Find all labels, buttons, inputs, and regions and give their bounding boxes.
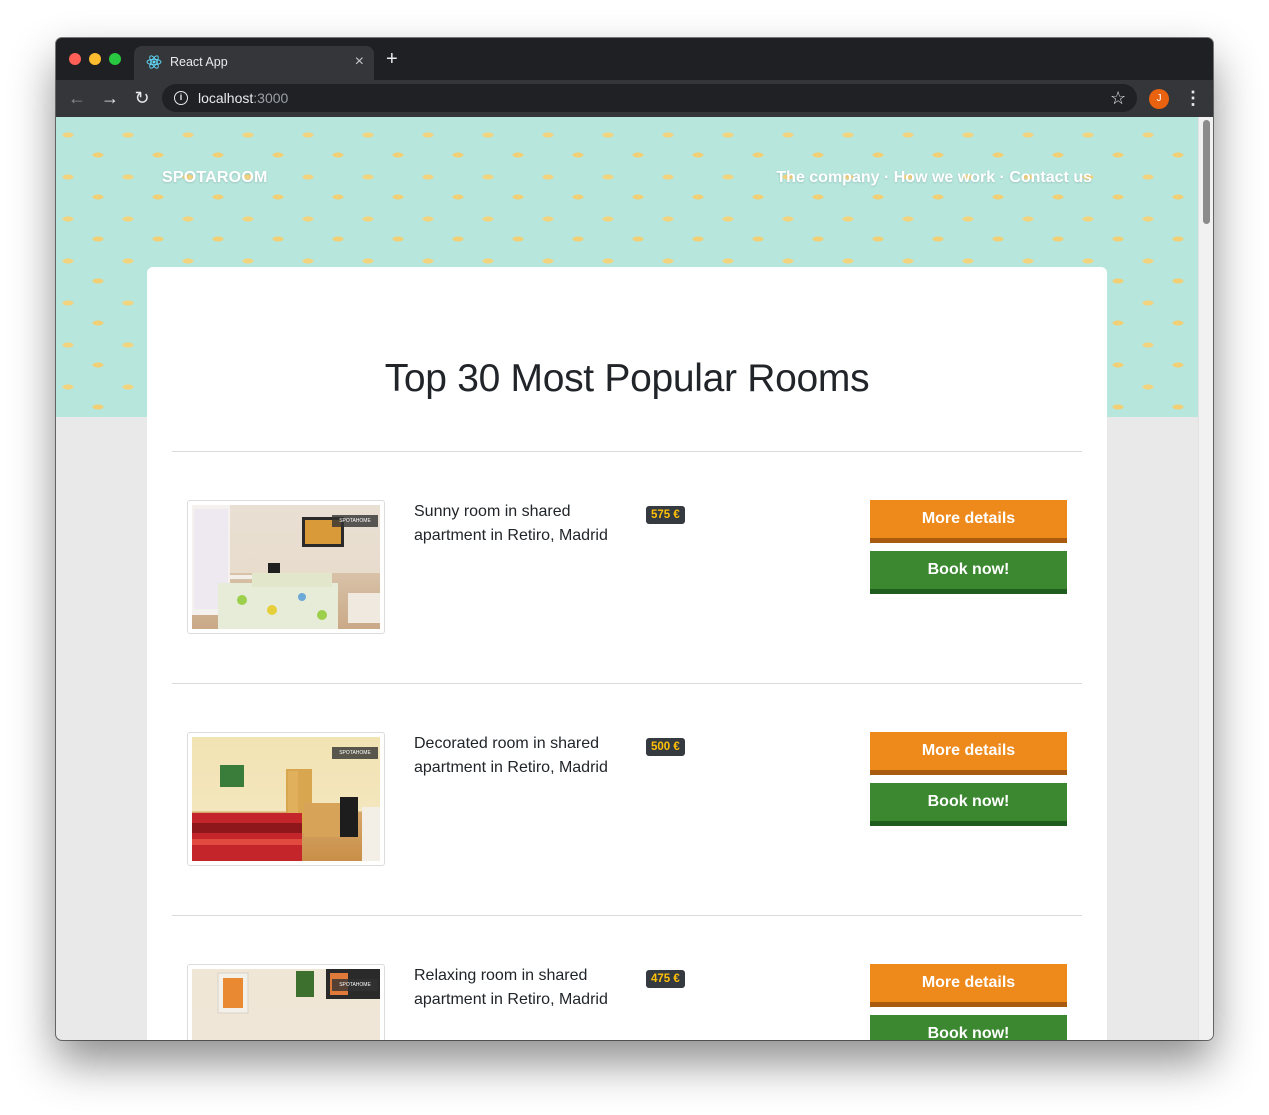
more-details-button[interactable]: More details (870, 732, 1067, 775)
info-icon[interactable]: i (174, 91, 188, 105)
spotahome-watermark: SPOTAHOME (332, 979, 378, 991)
url-text[interactable]: localhost:3000 (198, 90, 288, 106)
book-now-button[interactable]: Book now! (870, 551, 1067, 594)
forward-arrow-icon[interactable]: → (99, 88, 121, 110)
book-now-button[interactable]: Book now! (870, 1015, 1067, 1040)
nav-link-contact[interactable]: Contact us (1009, 169, 1092, 186)
room-thumbnail[interactable]: SPOTAHOME (187, 732, 385, 866)
room-photo: SPOTAHOME (192, 737, 380, 861)
browser-window: React App × + ← → ↻ i localhost:3000 ☆ J… (56, 38, 1213, 1040)
vertical-scrollbar[interactable] (1198, 117, 1213, 1040)
reload-icon[interactable]: ↻ (131, 88, 153, 110)
book-now-button[interactable]: Book now! (870, 783, 1067, 826)
close-window-button[interactable] (69, 53, 81, 65)
tab-strip: React App × + (56, 38, 1213, 80)
spotahome-watermark: SPOTAHOME (332, 515, 378, 527)
star-icon[interactable]: ☆ (1110, 88, 1126, 108)
url-host: localhost (198, 90, 254, 106)
room-photo: SPOTAHOME (192, 969, 380, 1040)
more-details-button[interactable]: More details (870, 964, 1067, 1007)
more-details-button[interactable]: More details (870, 500, 1067, 543)
zoom-window-button[interactable] (109, 53, 121, 65)
kebab-menu-icon[interactable]: ⋮ (1184, 88, 1202, 108)
back-arrow-icon[interactable]: ← (66, 88, 88, 110)
room-title: Sunny room in shared apartment in Retiro… (414, 503, 608, 544)
spotahome-watermark: SPOTAHOME (332, 747, 378, 759)
brand-logo[interactable]: SPOTAROOM (162, 169, 268, 187)
price-badge: 575 € (646, 506, 685, 524)
price-badge: 475 € (646, 970, 685, 988)
page-viewport[interactable]: SPOTAROOM The company · How we work · Co… (56, 117, 1213, 1040)
scrollbar-thumb[interactable] (1203, 120, 1210, 224)
rooms-card: Top 30 Most Popular Rooms SPOTAHOME Sunn… (147, 267, 1107, 1040)
room-list-item: SPOTAHOME Relaxing room in shared apartm… (147, 916, 1107, 1040)
room-photo: SPOTAHOME (192, 505, 380, 629)
header-nav: The company · How we work · Contact us (776, 169, 1092, 187)
profile-avatar[interactable]: J (1149, 89, 1169, 109)
room-list-item: SPOTAHOME Sunny room in shared apartment… (147, 452, 1107, 684)
minimize-window-button[interactable] (89, 53, 101, 65)
room-title: Relaxing room in shared apartment in Ret… (414, 967, 608, 1008)
room-thumbnail[interactable]: SPOTAHOME (187, 964, 385, 1040)
room-title: Decorated room in shared apartment in Re… (414, 735, 608, 776)
react-favicon-icon (146, 55, 162, 69)
address-bar[interactable]: i localhost:3000 (162, 84, 1137, 112)
room-thumbnail[interactable]: SPOTAHOME (187, 500, 385, 634)
url-port: :3000 (253, 90, 289, 106)
tab-title: React App (170, 55, 228, 69)
new-tab-button[interactable]: + (386, 49, 398, 69)
nav-link-company[interactable]: The company (776, 169, 879, 186)
room-list-item: SPOTAHOME Decorated room in shared apart… (147, 684, 1107, 916)
nav-separator: · (995, 169, 1010, 186)
price-badge: 500 € (646, 738, 685, 756)
page-title: Top 30 Most Popular Rooms (384, 357, 870, 400)
tab-react-app[interactable]: React App × (134, 46, 374, 80)
browser-toolbar: ← → ↻ i localhost:3000 ☆ J ⋮ (56, 80, 1213, 117)
nav-link-how-we-work[interactable]: How we work (894, 169, 995, 186)
tab-close-icon[interactable]: × (355, 52, 364, 72)
nav-separator: · (879, 169, 894, 186)
